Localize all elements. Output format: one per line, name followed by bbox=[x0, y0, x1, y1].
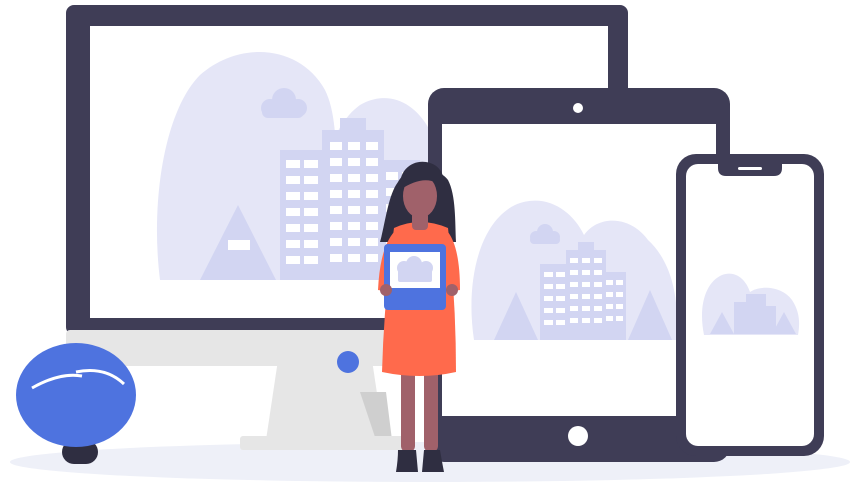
plant-foliage bbox=[16, 343, 136, 447]
tablet-camera bbox=[573, 103, 583, 113]
person-leg-left bbox=[401, 368, 415, 452]
building-window bbox=[570, 318, 578, 323]
building-window bbox=[544, 272, 553, 277]
building-window bbox=[286, 160, 300, 168]
building-window bbox=[348, 142, 360, 150]
person-hand-right bbox=[446, 284, 458, 296]
building-window bbox=[582, 306, 590, 311]
building-window bbox=[286, 224, 300, 232]
building-window bbox=[330, 190, 342, 198]
person-shoe-left bbox=[396, 450, 418, 472]
building-window bbox=[304, 256, 318, 264]
building-window bbox=[366, 254, 378, 262]
building-window bbox=[366, 142, 378, 150]
monitor-tree-window bbox=[228, 240, 250, 250]
tablet-home-button bbox=[568, 426, 588, 446]
building-window bbox=[286, 192, 300, 200]
building-window bbox=[304, 208, 318, 216]
building-window bbox=[606, 292, 613, 297]
building-window bbox=[286, 208, 300, 216]
building-window bbox=[594, 282, 602, 287]
building-window bbox=[330, 174, 342, 182]
building-window bbox=[606, 280, 613, 285]
building-window bbox=[330, 222, 342, 230]
building-window bbox=[544, 284, 553, 289]
building-window bbox=[304, 224, 318, 232]
building-window bbox=[386, 172, 398, 180]
person-hand-left bbox=[380, 284, 392, 296]
building-window bbox=[594, 294, 602, 299]
building-window bbox=[330, 142, 342, 150]
building-window bbox=[330, 206, 342, 214]
building-window bbox=[366, 206, 378, 214]
building-window bbox=[582, 270, 590, 275]
tablet-building-top bbox=[578, 242, 594, 252]
smartphone-device bbox=[676, 154, 824, 456]
building-window bbox=[556, 296, 565, 301]
building-window bbox=[286, 256, 300, 264]
building-window bbox=[348, 158, 360, 166]
building-window bbox=[348, 174, 360, 182]
phone-building-tall bbox=[746, 294, 766, 334]
building-window bbox=[594, 318, 602, 323]
building-window bbox=[366, 158, 378, 166]
building-window bbox=[348, 206, 360, 214]
building-window bbox=[366, 190, 378, 198]
building-window bbox=[616, 316, 623, 321]
building-window bbox=[616, 292, 623, 297]
illustration-canvas bbox=[10, 5, 850, 482]
monitor-building-top bbox=[340, 118, 366, 132]
building-window bbox=[544, 296, 553, 301]
building-window bbox=[348, 222, 360, 230]
building-window bbox=[556, 284, 565, 289]
building-window bbox=[616, 304, 623, 309]
phone-speaker bbox=[738, 167, 762, 170]
building-window bbox=[286, 176, 300, 184]
building-window bbox=[304, 192, 318, 200]
building-window bbox=[556, 308, 565, 313]
building-window bbox=[348, 254, 360, 262]
building-window bbox=[330, 254, 342, 262]
building-window bbox=[570, 270, 578, 275]
building-window bbox=[304, 176, 318, 184]
building-window bbox=[606, 316, 613, 321]
decorative-plant bbox=[16, 343, 136, 464]
building-window bbox=[582, 258, 590, 263]
building-window bbox=[366, 238, 378, 246]
building-window bbox=[544, 308, 553, 313]
phone-building-short bbox=[734, 302, 748, 334]
building-window bbox=[582, 318, 590, 323]
building-window bbox=[286, 240, 300, 248]
building-window bbox=[594, 258, 602, 263]
building-window bbox=[556, 320, 565, 325]
building-window bbox=[594, 270, 602, 275]
monitor-base bbox=[240, 436, 412, 450]
building-window bbox=[570, 306, 578, 311]
devices-illustration bbox=[0, 0, 864, 492]
building-window bbox=[366, 174, 378, 182]
building-window bbox=[606, 304, 613, 309]
building-window bbox=[616, 280, 623, 285]
building-window bbox=[570, 294, 578, 299]
building-window bbox=[304, 240, 318, 248]
building-window bbox=[556, 272, 565, 277]
person-leg-right bbox=[424, 368, 438, 452]
building-window bbox=[570, 282, 578, 287]
building-window bbox=[582, 282, 590, 287]
phone-building-right bbox=[764, 306, 776, 334]
building-window bbox=[304, 160, 318, 168]
building-window bbox=[366, 222, 378, 230]
building-window bbox=[544, 320, 553, 325]
building-window bbox=[348, 238, 360, 246]
building-window bbox=[570, 258, 578, 263]
building-window bbox=[348, 190, 360, 198]
building-window bbox=[582, 294, 590, 299]
building-window bbox=[330, 158, 342, 166]
building-window bbox=[594, 306, 602, 311]
monitor-button bbox=[337, 351, 359, 373]
building-window bbox=[330, 238, 342, 246]
